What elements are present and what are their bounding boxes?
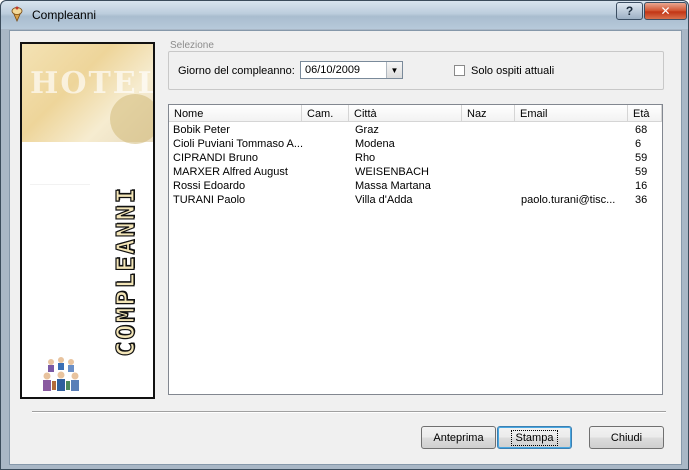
- dialog-window: Compleanni ? ✕ HOTEL COMPLEANNI Selezion…: [0, 0, 689, 470]
- column-header-cam[interactable]: Cam.: [302, 105, 349, 122]
- cell-eta: 68: [635, 124, 648, 136]
- cell-nome: MARXER Alfred August: [173, 166, 288, 178]
- button-divider: [32, 411, 666, 413]
- help-icon: ?: [625, 4, 634, 18]
- cake-icon: [11, 6, 23, 22]
- hotel-watermark: HOTEL: [30, 66, 155, 101]
- dialog-client-area: HOTEL COMPLEANNI Selezione Giorno del co…: [9, 30, 682, 465]
- birthday-date-value: 06/10/2009: [305, 64, 361, 76]
- date-label: Giorno del compleanno:: [178, 65, 295, 77]
- preview-button-label: Anteprima: [433, 431, 484, 444]
- table-row[interactable]: CIPRANDI Bruno Rho 59: [169, 151, 662, 165]
- banner-vertical-title-box: COMPLEANNI: [110, 154, 140, 389]
- title-bar[interactable]: Compleanni ? ✕: [1, 1, 688, 29]
- selection-group-label: Selezione: [170, 40, 214, 51]
- selection-group: Giorno del compleanno: 06/10/2009 ▼ Solo…: [168, 51, 664, 90]
- column-header-email[interactable]: Email: [515, 105, 628, 122]
- window-title: Compleanni: [32, 8, 97, 22]
- table-row[interactable]: Bobik Peter Graz 68: [169, 123, 662, 137]
- cell-nome: Cioli Puviani Tommaso A...: [173, 138, 304, 150]
- column-header-naz[interactable]: Naz: [462, 105, 515, 122]
- banner-divider: [30, 184, 90, 185]
- people-icon: [43, 357, 79, 391]
- current-guests-label[interactable]: Solo ospiti attuali: [471, 65, 554, 77]
- cell-eta: 36: [635, 194, 648, 206]
- table-row[interactable]: TURANI Paolo Villa d'Adda paolo.turani@t…: [169, 193, 662, 207]
- print-button-label: Stampa: [510, 429, 559, 446]
- column-header-citta[interactable]: Città: [349, 105, 462, 122]
- cell-nome: Rossi Edoardo: [173, 180, 246, 192]
- table-row[interactable]: MARXER Alfred August WEISENBACH 59: [169, 165, 662, 179]
- preview-button[interactable]: Anteprima: [421, 426, 496, 449]
- table-row[interactable]: Rossi Edoardo Massa Martana 16: [169, 179, 662, 193]
- birthday-date-combo[interactable]: 06/10/2009 ▼: [300, 61, 403, 79]
- chevron-down-icon[interactable]: ▼: [386, 62, 402, 78]
- close-button-label: Chiudi: [610, 431, 643, 444]
- cell-citta: Modena: [355, 138, 395, 150]
- cell-eta: 59: [635, 166, 648, 178]
- cell-citta: Graz: [355, 124, 379, 136]
- birthday-banner: HOTEL COMPLEANNI: [20, 42, 155, 399]
- close-button[interactable]: Chiudi: [589, 426, 664, 449]
- close-window-button[interactable]: ✕: [644, 2, 687, 20]
- cell-citta: Villa d'Adda: [355, 194, 413, 206]
- cell-nome: Bobik Peter: [173, 124, 230, 136]
- help-button[interactable]: ?: [616, 2, 643, 20]
- column-header-nome[interactable]: Nome: [169, 105, 302, 122]
- table-row[interactable]: Cioli Puviani Tommaso A... Modena 6: [169, 137, 662, 151]
- cell-email: paolo.turani@tisc...: [521, 194, 616, 206]
- cell-eta: 59: [635, 152, 648, 164]
- cell-nome: CIPRANDI Bruno: [173, 152, 258, 164]
- cell-citta: Rho: [355, 152, 376, 164]
- close-icon: ✕: [660, 4, 671, 18]
- cell-citta: WEISENBACH: [355, 166, 429, 178]
- cell-nome: TURANI Paolo: [173, 194, 246, 206]
- cell-citta: Massa Martana: [355, 180, 431, 192]
- print-button[interactable]: Stampa: [497, 426, 572, 449]
- banner-vertical-title: COMPLEANNI: [110, 186, 140, 358]
- cell-eta: 16: [635, 180, 648, 192]
- hotel-photo: HOTEL: [22, 44, 155, 144]
- column-header-eta[interactable]: Età: [628, 105, 662, 122]
- birthday-list[interactable]: Nome Cam. Città Naz Email Età Bobik Pete…: [168, 104, 663, 395]
- list-header: Nome Cam. Città Naz Email Età: [169, 105, 662, 122]
- photo-decoration: [110, 94, 153, 144]
- cell-eta: 6: [635, 138, 642, 150]
- current-guests-checkbox[interactable]: [454, 65, 465, 76]
